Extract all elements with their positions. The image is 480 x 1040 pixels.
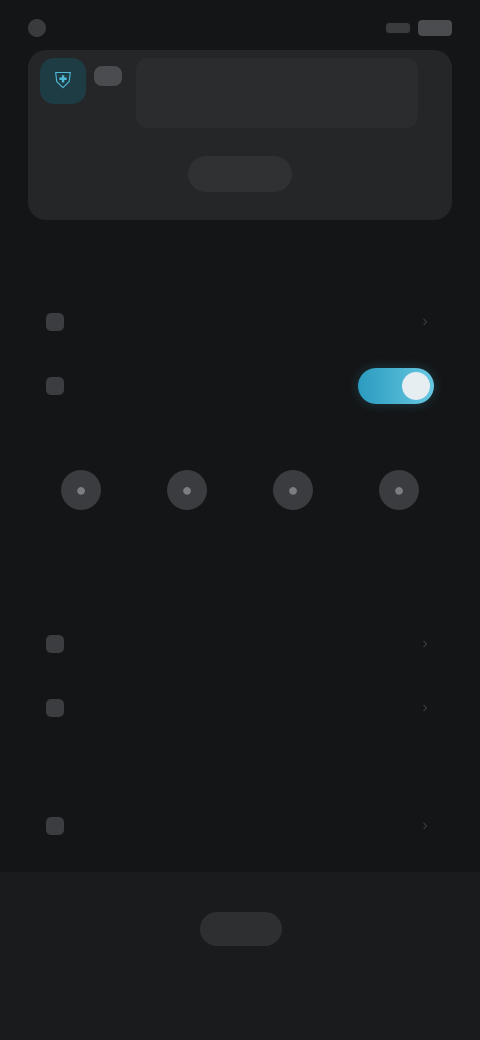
quick-action-3[interactable]: ● xyxy=(273,470,313,520)
status-left xyxy=(28,19,54,37)
icon-1: ● xyxy=(61,470,101,510)
icon-2: ● xyxy=(167,470,207,510)
battery-icon xyxy=(418,20,452,36)
list-item-1[interactable]: › xyxy=(28,296,452,348)
toggle-knob xyxy=(402,372,430,400)
list-item-2[interactable] xyxy=(28,360,452,412)
avatar-icon xyxy=(94,66,122,86)
list-item-4[interactable]: › xyxy=(28,682,452,734)
row-icon xyxy=(46,313,64,331)
chevron-right-icon: › xyxy=(422,313,428,330)
quick-action-2[interactable]: ● xyxy=(167,470,207,520)
icon-3: ● xyxy=(273,470,313,510)
row-icon xyxy=(46,699,64,717)
row-icon xyxy=(46,635,64,653)
hero-action-button[interactable] xyxy=(188,156,292,192)
hero-card[interactable]: ⛨ xyxy=(28,50,452,220)
signal-icon xyxy=(386,23,410,33)
row-icon xyxy=(46,377,64,395)
status-right xyxy=(386,20,452,36)
shield-icon: ⛨ xyxy=(40,58,86,104)
row-icon xyxy=(46,817,64,835)
app-icon xyxy=(28,19,46,37)
chevron-right-icon: › xyxy=(422,635,428,652)
status-bar xyxy=(0,0,480,56)
hero-info-box xyxy=(136,58,418,128)
list-item-3[interactable]: › xyxy=(28,618,452,670)
chevron-right-icon: › xyxy=(422,817,428,834)
bottom-action-button[interactable] xyxy=(200,912,282,946)
icon-4: ● xyxy=(379,470,419,510)
quick-action-4[interactable]: ● xyxy=(379,470,419,520)
toggle-switch[interactable] xyxy=(358,368,434,404)
quick-actions: ● ● ● ● xyxy=(28,470,452,580)
bottom-area xyxy=(0,872,480,1040)
quick-action-1[interactable]: ● xyxy=(61,470,101,520)
list-item-5[interactable]: › xyxy=(28,800,452,852)
chevron-right-icon: › xyxy=(422,699,428,716)
